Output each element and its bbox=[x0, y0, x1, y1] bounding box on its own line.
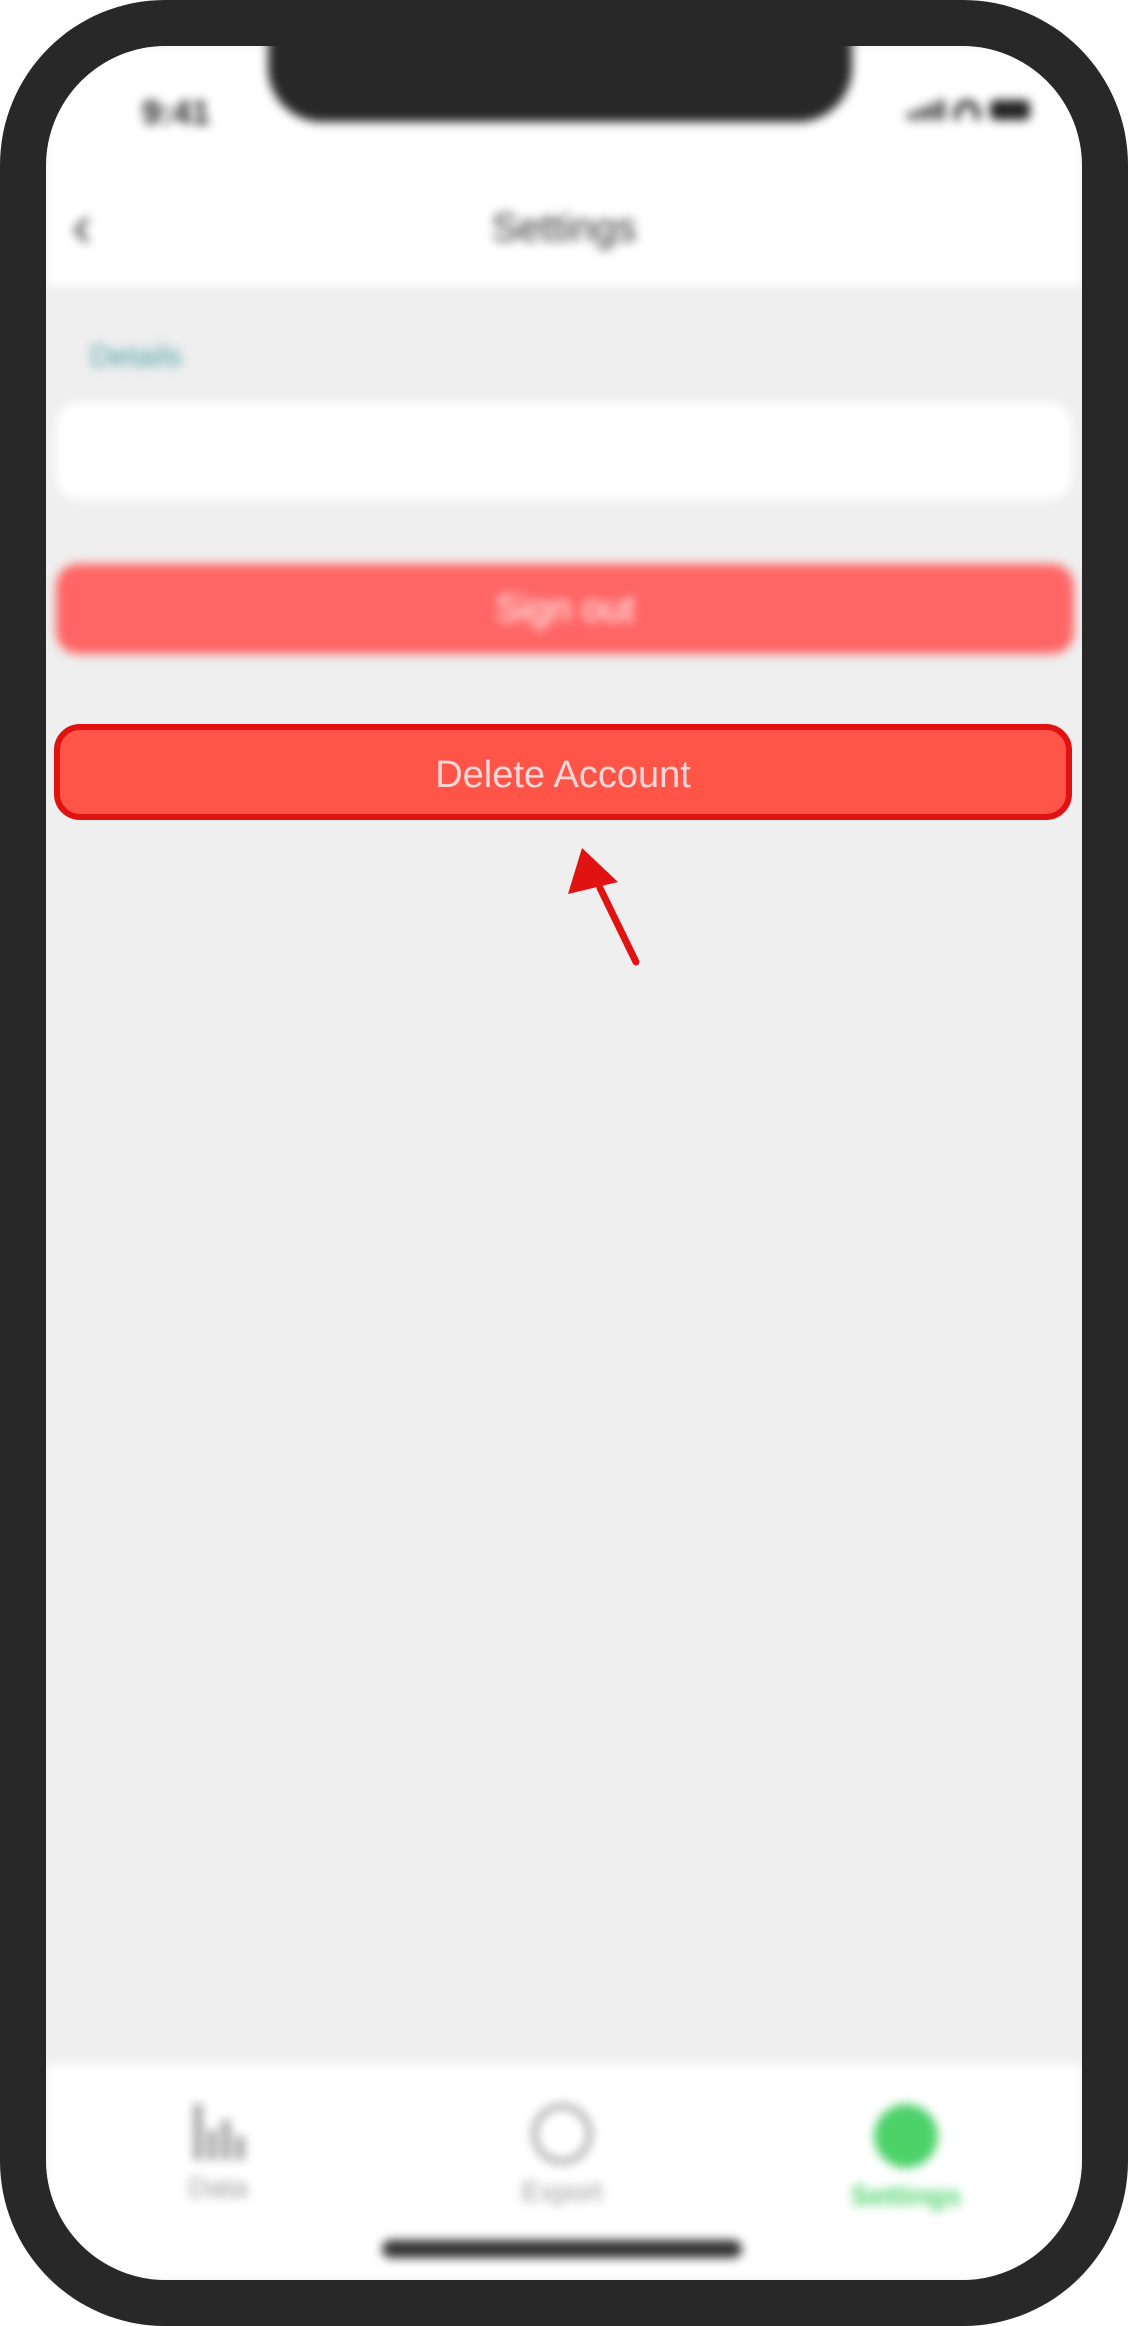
battery-icon bbox=[990, 100, 1030, 120]
home-indicator[interactable] bbox=[382, 2240, 742, 2258]
settings-icon bbox=[874, 2104, 938, 2168]
sign-out-button[interactable]: Sign out bbox=[56, 564, 1074, 654]
phone-frame: 9:41 ‹ Settings Details Sign out Delete … bbox=[0, 0, 1128, 2326]
tab-export-label: Export bbox=[521, 2176, 603, 2207]
tab-settings[interactable]: Settings bbox=[806, 2104, 1006, 2212]
page-title: Settings bbox=[491, 206, 637, 250]
bar-chart-icon bbox=[190, 2104, 246, 2160]
tab-data[interactable]: Data bbox=[118, 2104, 318, 2204]
arrow-head bbox=[568, 848, 618, 894]
arrow-shaft bbox=[596, 884, 640, 966]
notch bbox=[268, 46, 852, 122]
wifi-icon bbox=[954, 100, 980, 120]
status-time: 9:41 bbox=[142, 94, 211, 132]
details-card[interactable] bbox=[56, 402, 1072, 500]
export-icon bbox=[532, 2104, 592, 2164]
annotation-arrow bbox=[568, 848, 640, 966]
delete-account-button[interactable]: Delete Account bbox=[54, 724, 1072, 820]
screen: 9:41 ‹ Settings Details Sign out Delete … bbox=[46, 46, 1082, 2280]
signal-icon bbox=[908, 100, 944, 120]
tab-data-label: Data bbox=[188, 2172, 248, 2203]
top-bar: 9:41 ‹ Settings bbox=[46, 46, 1082, 286]
tab-settings-label: Settings bbox=[850, 2180, 962, 2211]
tab-export[interactable]: Export bbox=[462, 2104, 662, 2208]
section-label: Details bbox=[90, 340, 182, 373]
status-icons bbox=[908, 100, 1030, 120]
